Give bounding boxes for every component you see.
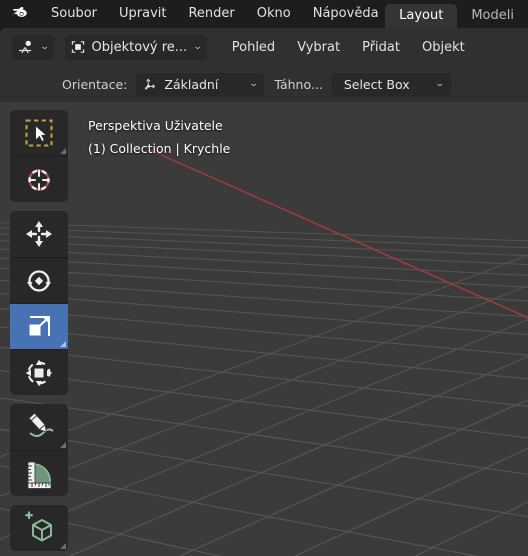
blender-logo-icon[interactable] bbox=[4, 0, 34, 28]
menu-file[interactable]: Soubor bbox=[40, 3, 108, 25]
transform-icon bbox=[25, 359, 53, 386]
tab-layout[interactable]: Layout bbox=[385, 4, 458, 28]
orientation-dropdown[interactable]: Základní ⌄ bbox=[136, 72, 265, 96]
tool-submenu-indicator bbox=[60, 148, 66, 154]
transform-orientation-icon bbox=[143, 77, 158, 92]
tool-add-cube[interactable] bbox=[10, 505, 68, 551]
object-mode-icon bbox=[70, 39, 86, 55]
viewport-toolbar bbox=[10, 110, 68, 556]
cursor-3d-icon bbox=[28, 168, 50, 191]
tool-submenu-indicator bbox=[60, 442, 66, 448]
interaction-mode-selector[interactable]: Objektový re... ⌄ bbox=[64, 34, 207, 60]
rotate-icon bbox=[27, 269, 51, 292]
blender-window: Soubor Upravit Render Okno Nápověda Layo… bbox=[0, 0, 528, 556]
tool-group-annotate bbox=[10, 404, 68, 496]
tool-group-add bbox=[10, 505, 68, 551]
tab-modeling[interactable]: Modeli bbox=[457, 4, 528, 28]
orientation-value: Základní bbox=[164, 76, 219, 92]
tool-group-selection bbox=[10, 110, 68, 202]
tool-submenu-indicator bbox=[60, 543, 66, 549]
menu-render[interactable]: Render bbox=[177, 3, 245, 25]
editor-type-3dviewport-icon bbox=[17, 39, 34, 56]
tool-submenu-indicator bbox=[60, 341, 66, 347]
select-box-icon bbox=[25, 119, 53, 147]
menu-select[interactable]: Vybrat bbox=[286, 36, 351, 59]
menu-add[interactable]: Přidat bbox=[351, 36, 411, 59]
workspace-tabs: Layout Modeli bbox=[385, 0, 528, 28]
orientation-label: Orientace: bbox=[62, 76, 128, 92]
tool-scale[interactable] bbox=[10, 303, 68, 349]
viewport-grid bbox=[0, 102, 528, 556]
measure-ruler-icon bbox=[27, 461, 52, 489]
chevron-down-icon: ⌄ bbox=[434, 79, 446, 89]
interaction-mode-label: Objektový re... bbox=[91, 39, 188, 55]
top-bar: Soubor Upravit Render Okno Nápověda Layo… bbox=[0, 0, 528, 28]
tool-annotate[interactable] bbox=[10, 404, 68, 450]
menu-edit[interactable]: Upravit bbox=[108, 3, 177, 25]
menu-object[interactable]: Objekt bbox=[411, 36, 476, 59]
tool-select-box[interactable] bbox=[10, 110, 68, 156]
chevron-down-icon: ⌄ bbox=[248, 79, 259, 89]
add-cube-icon bbox=[25, 511, 52, 542]
viewport-header: ⌄ Objektový re... ⌄ Pohled Vybrat Přidat… bbox=[0, 28, 528, 66]
drag-action-dropdown[interactable]: Select Box ⌄ bbox=[330, 72, 451, 96]
viewport-menu-bar: Pohled Vybrat Přidat Objekt bbox=[221, 36, 476, 59]
chevron-down-icon: ⌄ bbox=[192, 42, 204, 52]
tool-cursor[interactable] bbox=[10, 156, 68, 202]
drag-action-value: Select Box bbox=[343, 76, 410, 92]
move-icon bbox=[26, 221, 52, 247]
tool-rotate[interactable] bbox=[10, 257, 68, 303]
chevron-down-icon: ⌄ bbox=[39, 42, 50, 52]
tool-group-transform bbox=[10, 211, 68, 395]
top-menu-bar: Soubor Upravit Render Okno Nápověda bbox=[40, 0, 390, 28]
tool-settings-bar: Orientace: Základní ⌄ Táhno... Select Bo… bbox=[0, 66, 528, 102]
menu-view[interactable]: Pohled bbox=[221, 36, 286, 59]
3d-viewport[interactable]: Perspektiva Uživatele (1) Collection | K… bbox=[0, 102, 528, 556]
drag-label: Táhno... bbox=[274, 76, 323, 92]
menu-window[interactable]: Okno bbox=[246, 3, 302, 25]
menu-help[interactable]: Nápověda bbox=[302, 3, 390, 25]
scale-icon bbox=[29, 315, 50, 336]
editor-type-selector[interactable]: ⌄ bbox=[12, 34, 54, 60]
tool-measure[interactable] bbox=[10, 450, 68, 496]
annotate-pencil-icon bbox=[28, 412, 54, 437]
tool-move[interactable] bbox=[10, 211, 68, 257]
tool-transform[interactable] bbox=[10, 349, 68, 395]
